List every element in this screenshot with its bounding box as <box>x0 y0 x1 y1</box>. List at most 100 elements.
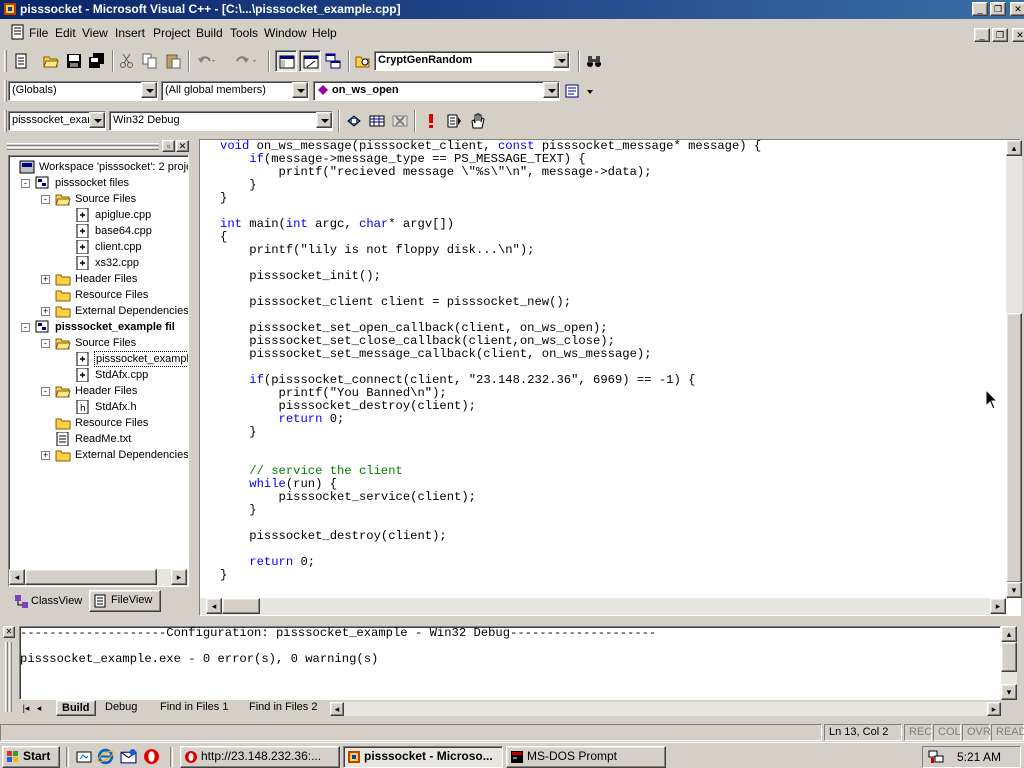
code-line[interactable]: } <box>220 179 1008 192</box>
cut-button[interactable] <box>116 50 138 72</box>
task-browser[interactable]: http://23.148.232.36:... <box>180 746 340 768</box>
output-tab-find-2[interactable]: Find in Files 2 <box>244 700 322 716</box>
scroll-right-button[interactable]: ▸ <box>171 569 187 585</box>
menu-tools[interactable]: Tools <box>230 26 258 40</box>
editor-horizontal-scrollbar[interactable]: ◂ ▸ <box>200 598 1006 615</box>
wizard-action-button[interactable] <box>562 80 598 102</box>
document-icon[interactable] <box>10 24 26 40</box>
stop-build-button[interactable] <box>389 110 411 132</box>
find-combo[interactable]: CryptGenRandom <box>374 51 570 71</box>
save-button[interactable] <box>63 50 85 72</box>
tree-item[interactable]: h StdAfx.h <box>9 399 188 415</box>
expand-toggle[interactable]: + <box>41 451 50 460</box>
tree-item[interactable]: - pisssocket files <box>9 175 188 191</box>
collapse-toggle[interactable]: - <box>41 195 50 204</box>
function-combo[interactable]: on_ws_open <box>313 81 560 101</box>
editor-scroll-left-button[interactable]: ◂ <box>206 598 222 614</box>
code-line[interactable]: } <box>220 192 1008 205</box>
copy-button[interactable] <box>139 50 161 72</box>
save-all-button[interactable] <box>86 50 108 72</box>
open-button[interactable] <box>40 50 62 72</box>
task-msvc[interactable]: pisssocket - Microso... <box>343 746 503 768</box>
output-scroll-down-button[interactable]: ▾ <box>1001 684 1017 700</box>
output-grip[interactable]: ✕ <box>3 626 15 716</box>
tree-horizontal-scrollbar[interactable]: ◂ ▸ <box>9 569 188 586</box>
doc-minimize-button[interactable]: _ <box>974 28 990 42</box>
scope-combo[interactable]: (Globals) <box>8 81 158 101</box>
find-in-files-button[interactable] <box>352 50 374 72</box>
visual-cpp-icon[interactable] <box>3 2 17 16</box>
workspace-splitter[interactable] <box>191 140 197 618</box>
code-line[interactable]: return 0; <box>220 413 1008 426</box>
output-scroll-left-button[interactable]: ◂ <box>330 702 344 716</box>
configuration-combo-dropdown-button[interactable] <box>316 112 332 128</box>
clock[interactable]: 5:21 AM <box>957 750 1001 764</box>
tree-item[interactable]: - pisssocket_example fil <box>9 319 188 335</box>
find-combo-dropdown-button[interactable] <box>553 52 569 68</box>
code-line[interactable]: printf("lily is not floppy disk...\n"); <box>220 244 1008 257</box>
scroll-down-button[interactable]: ▾ <box>1006 582 1022 598</box>
find-button[interactable] <box>583 50 605 72</box>
code-line[interactable]: pisssocket_init(); <box>220 270 1008 283</box>
close-button[interactable]: ✕ <box>1010 2 1024 16</box>
outlook-express-icon[interactable] <box>120 748 137 765</box>
editor-gutter[interactable] <box>200 140 220 598</box>
menu-file[interactable]: File <box>29 26 48 40</box>
code-line[interactable] <box>220 543 1008 556</box>
code-line[interactable]: pisssocket_service(client); <box>220 491 1008 504</box>
scroll-left-button[interactable]: ◂ <box>9 569 25 585</box>
tree-item[interactable]: - Header Files <box>9 383 188 399</box>
compile-button[interactable] <box>343 110 365 132</box>
collapse-toggle[interactable]: - <box>41 387 50 396</box>
minimize-button[interactable]: _ <box>972 2 988 16</box>
output-horizontal-scrollbar[interactable]: ◂ ▸ <box>330 702 1001 716</box>
code-editor[interactable]: void on_ws_message(pisssocket_client, co… <box>199 139 1022 616</box>
output-tab-find-1[interactable]: Find in Files 1 <box>155 700 233 716</box>
editor-vertical-scrollbar[interactable]: ▴ ▾ <box>1006 140 1022 598</box>
output-text[interactable]: --------------------Configuration: pisss… <box>19 626 1001 700</box>
members-combo[interactable]: (All global members) <box>161 81 309 101</box>
tab-fileview[interactable]: FileView <box>89 590 161 612</box>
menu-window[interactable]: Window <box>264 26 307 40</box>
execute-button[interactable] <box>420 110 442 132</box>
code-line[interactable]: printf("recieved message \"%s\"\n", mess… <box>220 166 1008 179</box>
configuration-combo[interactable]: Win32 Debug <box>109 111 333 131</box>
code-line[interactable]: pisssocket_set_message_callback(client, … <box>220 348 1008 361</box>
code-line[interactable]: } <box>220 426 1008 439</box>
tree-item[interactable]: - Source Files <box>9 335 188 351</box>
doc-close-button[interactable]: ✕ <box>1012 28 1024 42</box>
workspace-grip-bar[interactable]: ▫ ✕ <box>5 140 191 152</box>
redo-button[interactable] <box>230 50 262 72</box>
workspace-close-button[interactable]: ✕ <box>176 140 189 152</box>
tree-item[interactable]: + Header Files <box>9 271 188 287</box>
collapse-toggle[interactable]: - <box>41 339 50 348</box>
tree-item[interactable]: Resource Files <box>9 287 188 303</box>
tree-scroll-thumb[interactable] <box>25 569 157 585</box>
code-area[interactable]: void on_ws_message(pisssocket_client, co… <box>220 140 1008 598</box>
go-button[interactable] <box>443 110 465 132</box>
file-tree[interactable]: Workspace 'pisssocket': 2 proje - pisssock… <box>8 155 189 587</box>
editor-hscroll-thumb[interactable] <box>222 598 260 614</box>
start-button[interactable]: Start <box>2 746 60 768</box>
output-tab-debug[interactable]: Debug <box>100 700 142 716</box>
menu-view[interactable]: View <box>82 26 108 40</box>
code-line[interactable] <box>220 439 1008 452</box>
members-combo-dropdown-button[interactable] <box>292 82 308 98</box>
expand-toggle[interactable]: + <box>41 275 50 284</box>
tree-item[interactable]: Workspace 'pisssocket': 2 proje <box>9 159 188 175</box>
workspace-maximize-button[interactable]: ▫ <box>162 140 175 152</box>
menu-insert[interactable]: Insert <box>115 26 145 40</box>
menu-edit[interactable]: Edit <box>55 26 76 40</box>
restore-button[interactable]: ❐ <box>990 2 1006 16</box>
collapse-toggle[interactable]: - <box>21 179 30 188</box>
output-scroll-thumb[interactable] <box>1001 642 1017 672</box>
undo-button[interactable] <box>193 50 221 72</box>
tree-item[interactable]: StdAfx.cpp <box>9 367 188 383</box>
window-list-button[interactable] <box>322 50 344 72</box>
tree-item[interactable]: Resource Files <box>9 415 188 431</box>
opera-icon[interactable] <box>143 748 160 765</box>
project-combo[interactable]: pisssocket_exan <box>8 111 106 131</box>
editor-scroll-thumb[interactable] <box>1006 313 1022 583</box>
output-scroll-right-button[interactable]: ▸ <box>987 702 1001 716</box>
code-line[interactable]: pisssocket_destroy(client); <box>220 530 1008 543</box>
